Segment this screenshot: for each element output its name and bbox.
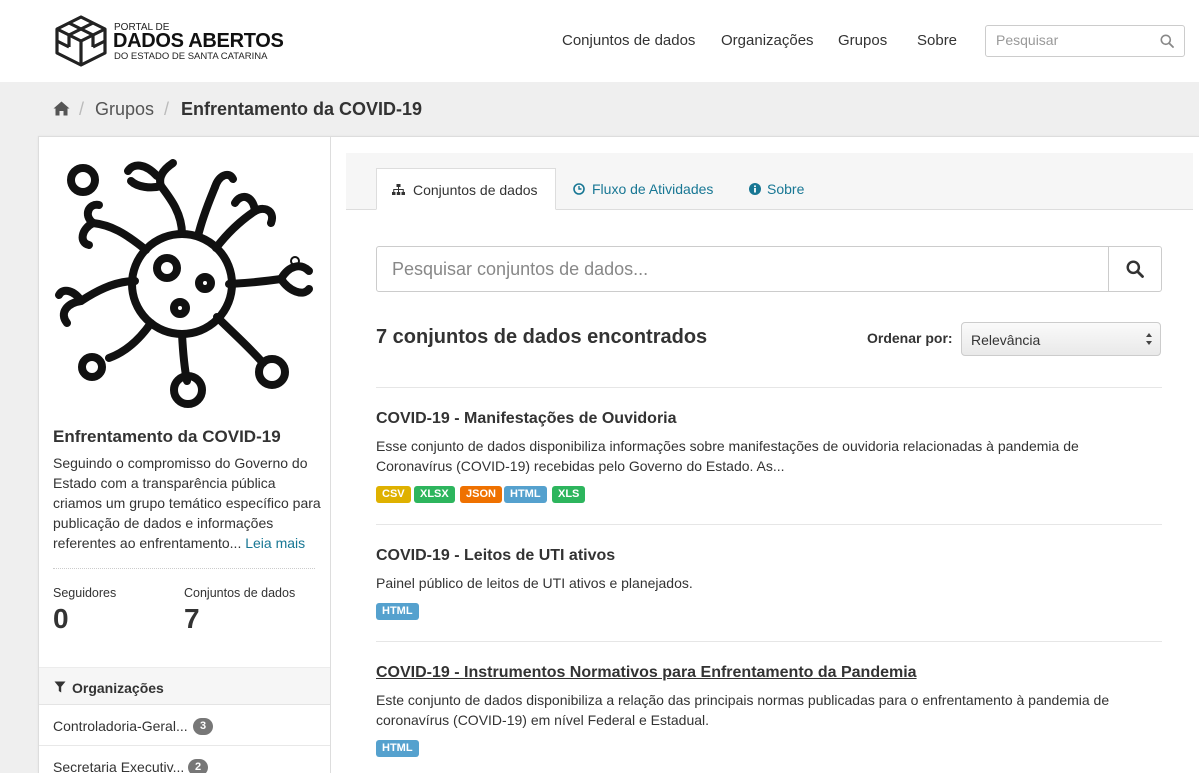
search-icon[interactable] [1160,34,1174,48]
group-description: Seguindo o compromisso do Governo do Est… [53,453,321,553]
sidebar-divider [53,568,315,569]
portal-logo[interactable]: PORTAL DE DADOS ABERTOS DO ESTADO DE SAN… [54,14,294,68]
format-badge-csv[interactable]: CSV [376,486,411,503]
sort-select[interactable]: Relevância [961,322,1161,356]
main-content: Conjuntos de dados Fluxo de Atividades S… [346,153,1193,773]
filter-icon [54,681,66,693]
dataset-search [376,246,1162,292]
logo-cube-icon [55,15,107,67]
clock-icon [573,183,585,195]
dataset-title[interactable]: COVID-19 - Instrumentos Normativos para … [376,664,917,682]
tab-activity[interactable]: Fluxo de Atividades [559,168,719,210]
format-badge-html[interactable]: HTML [376,740,419,757]
breadcrumb-separator: / [164,99,170,119]
site-search [985,25,1185,57]
nav-sobre[interactable]: Sobre [917,32,957,49]
dataset-divider [376,524,1162,525]
content-panel: Enfrentamento da COVID-19 Seguindo o com… [38,136,1199,773]
dataset-divider [376,387,1162,388]
dataset-search-input[interactable] [392,259,1092,280]
tab-bar: Conjuntos de dados Fluxo de Atividades S… [346,153,1193,210]
dataset-notes: Painel público de leitos de UTI ativos e… [376,575,693,591]
facet-title: Organizações [72,680,164,696]
datasets-count: 7 [184,603,200,634]
info-icon [749,183,761,195]
format-badge-xls[interactable]: XLS [552,486,586,503]
format-badge-json[interactable]: JSON [460,486,502,503]
nav-grupos[interactable]: Grupos [838,32,887,49]
followers-count: 0 [53,603,69,634]
format-badge-html[interactable]: HTML [376,603,419,620]
sitemap-icon [392,184,405,195]
facet-item-count: 3 [193,718,213,735]
select-arrows-icon [1146,333,1152,345]
tab-datasets-label: Conjuntos de dados [413,182,538,198]
nav-conjuntos[interactable]: Conjuntos de dados [562,32,695,49]
logo-line-3: DO ESTADO DE SANTA CATARINA [114,51,268,62]
sort-select-value: Relevância [971,332,1041,348]
tab-about[interactable]: Sobre [735,168,815,210]
format-badge-xlsx[interactable]: XLSX [414,486,455,503]
breadcrumb-grupos[interactable]: Grupos [95,99,154,120]
format-badge-html[interactable]: HTML [504,486,547,503]
home-icon[interactable] [53,100,70,121]
nav-organizacoes[interactable]: Organizações [721,32,814,49]
search-icon [1126,260,1144,278]
facet-item[interactable]: Controladoria-Geral... 3 [39,706,330,746]
dataset-divider [376,641,1162,642]
tab-datasets[interactable]: Conjuntos de dados [376,168,556,210]
breadcrumb-separator: / [79,99,85,119]
datasets-label: Conjuntos de dados [184,586,296,600]
facet-item-name[interactable]: Controladoria-Geral... [53,718,188,734]
dataset-search-button[interactable] [1108,247,1161,291]
tab-about-label: Sobre [767,181,805,197]
results-count: 7 conjuntos de dados encontrados [376,326,708,348]
facet-item-name[interactable]: Secretaria Executiv... [53,759,184,773]
dataset-title[interactable]: COVID-19 - Leitos de UTI ativos [376,547,615,565]
facet-item[interactable]: Secretaria Executiv... 2 [39,747,330,773]
read-more-link[interactable]: Leia mais [245,535,305,551]
breadcrumb-current[interactable]: Enfrentamento da COVID-19 [181,99,422,120]
facet-organizations-header: Organizações [39,667,330,705]
dataset-notes: Este conjunto de dados disponibiliza a r… [376,692,1110,728]
sort-label: Ordenar por: [867,330,953,346]
followers-label: Seguidores [53,586,117,600]
group-title: Enfrentamento da COVID-19 [53,427,281,446]
site-search-input[interactable] [996,32,1156,48]
dataset-notes: Esse conjunto de dados disponibiliza inf… [376,438,1079,474]
site-header: PORTAL DE DADOS ABERTOS DO ESTADO DE SAN… [0,0,1199,82]
facet-item-count: 2 [188,759,208,773]
virus-icon[interactable] [53,153,317,415]
logo-line-2: DADOS ABERTOS [113,30,284,52]
dataset-title[interactable]: COVID-19 - Manifestações de Ouvidoria [376,410,677,428]
group-sidebar: Enfrentamento da COVID-19 Seguindo o com… [39,137,331,773]
tab-activity-label: Fluxo de Atividades [592,181,714,197]
